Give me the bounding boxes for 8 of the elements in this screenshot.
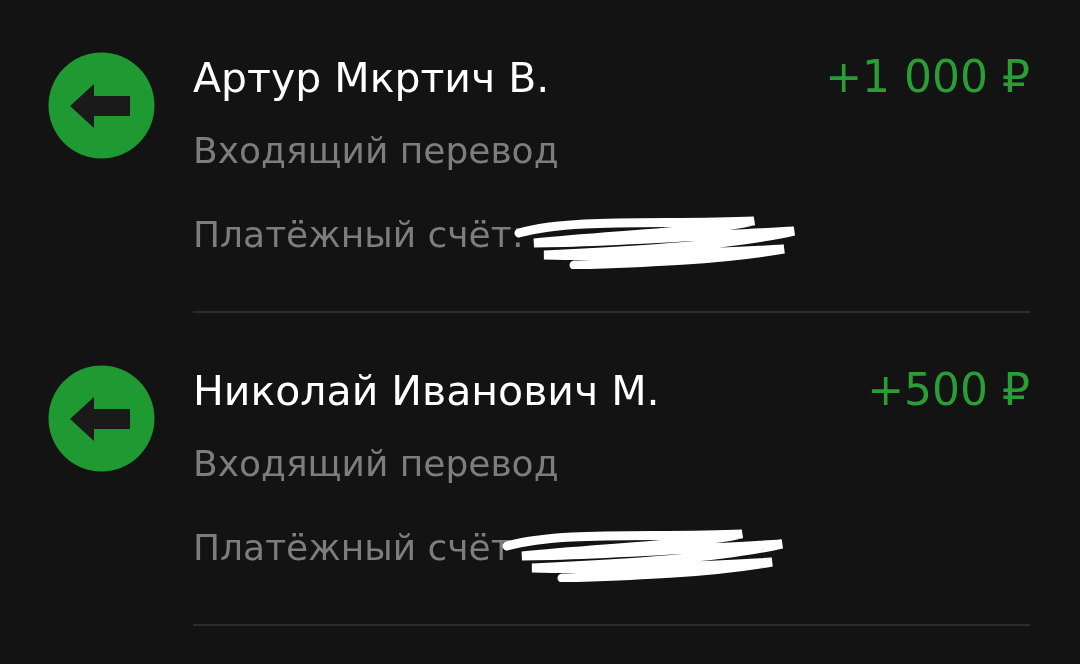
transaction-type: Входящий перевод <box>193 129 560 173</box>
account-label: Платёжный счёт <box>193 527 512 568</box>
account-label: Платёжный счёт: <box>193 214 524 255</box>
amount: +500 ₽ <box>867 365 1030 415</box>
sender-name: Артур Мкртич В. <box>193 53 550 103</box>
amount: +1 000 ₽ <box>825 52 1030 102</box>
transaction-type: Входящий перевод <box>193 442 560 486</box>
sender-name: Николай Иванович М. <box>193 366 660 416</box>
